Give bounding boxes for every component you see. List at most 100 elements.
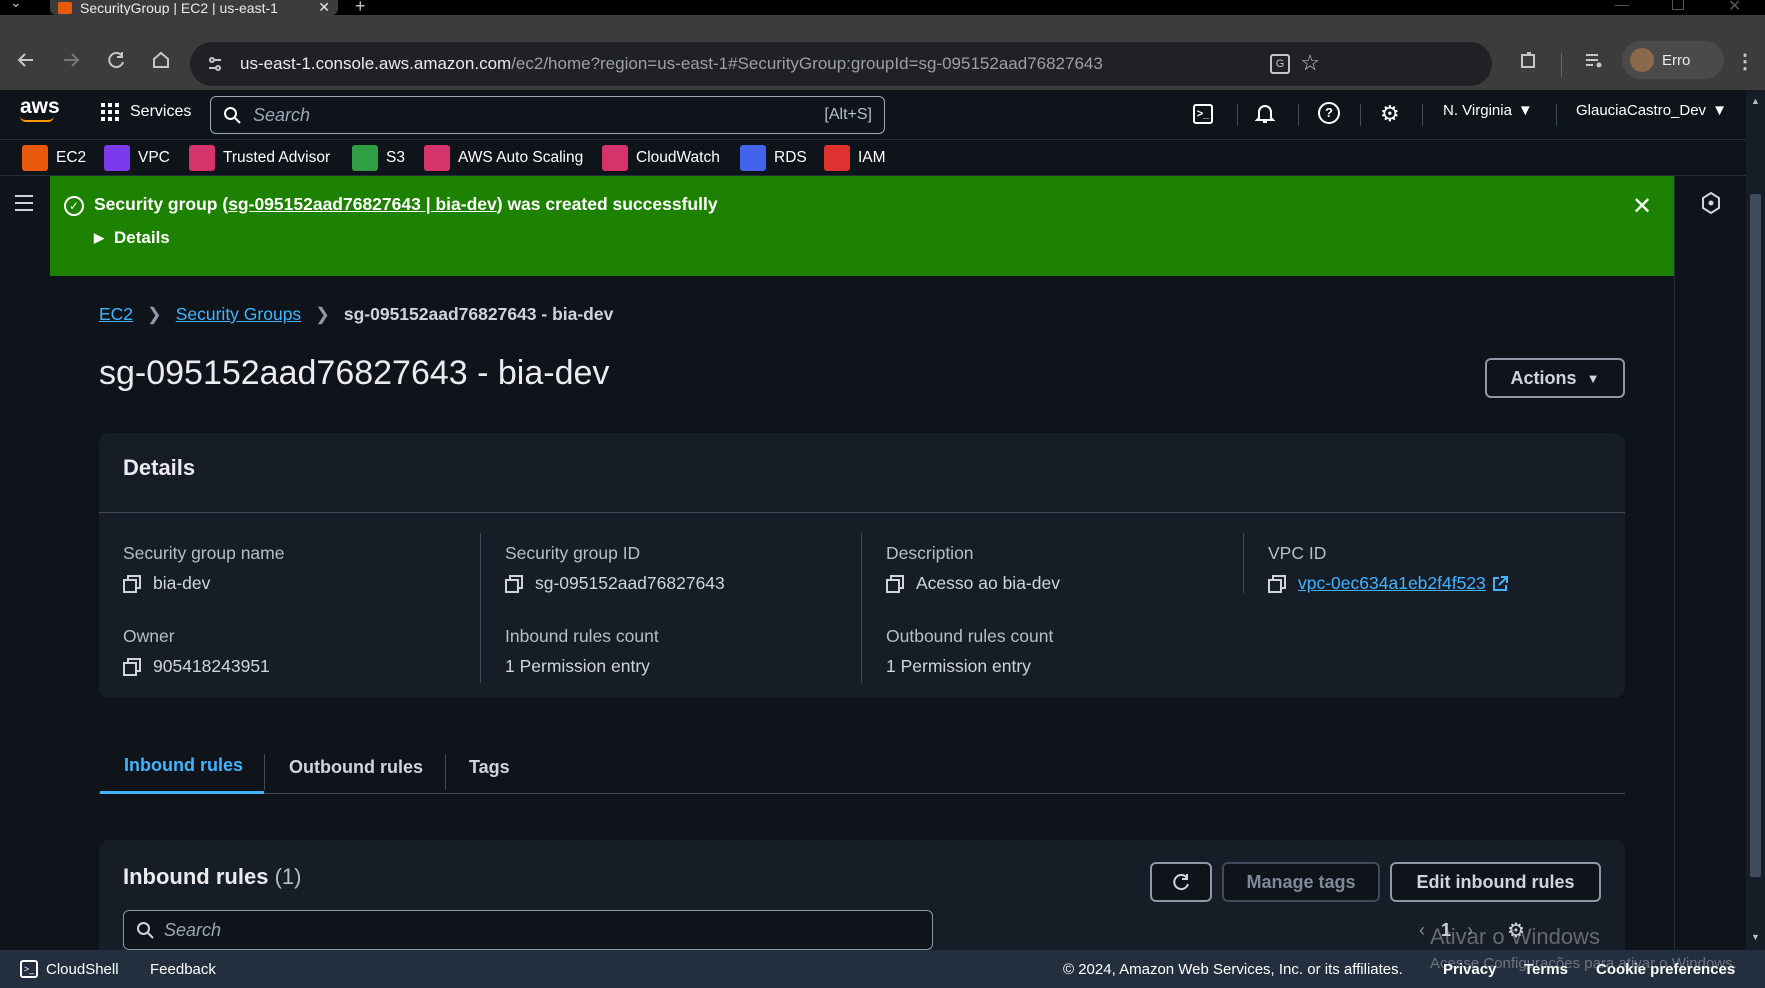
sg-name-label: Security group name: [123, 543, 285, 563]
scroll-up-icon[interactable]: ▲: [1751, 96, 1760, 106]
inbound-rules-search-input[interactable]: Search: [123, 910, 933, 950]
favorite-cloudwatch[interactable]: CloudWatch: [602, 145, 720, 171]
media-controls-icon[interactable]: [1580, 46, 1608, 74]
bookmark-star-icon[interactable]: ☆: [1300, 50, 1320, 76]
reload-icon[interactable]: [102, 46, 130, 74]
settings-gear-icon[interactable]: ⚙: [1380, 101, 1400, 127]
vpc-service-icon: [104, 145, 130, 171]
refresh-button[interactable]: [1150, 862, 1212, 902]
edit-inbound-rules-button[interactable]: Edit inbound rules: [1390, 862, 1601, 902]
close-window-icon[interactable]: ✕: [1728, 0, 1741, 16]
region-selector[interactable]: N. Virginia ▼: [1443, 102, 1533, 119]
favorite-s3[interactable]: S3: [352, 145, 405, 171]
favorite-aws-auto-scaling[interactable]: AWS Auto Scaling: [424, 145, 583, 171]
profile-button[interactable]: Erro: [1622, 41, 1724, 79]
grid-icon: [101, 103, 119, 121]
copy-icon[interactable]: [505, 574, 523, 593]
forward-arrow-icon[interactable]: [57, 46, 85, 74]
browser-tab[interactable]: SecurityGroup | EC2 | us-east-1 ✕: [50, 0, 338, 16]
created-sg-link[interactable]: sg-095152aad76827643 | bia-dev: [228, 194, 497, 214]
scrollbar-thumb[interactable]: [1750, 194, 1761, 877]
minimize-window-icon[interactable]: [1615, 5, 1629, 6]
outbound-count-label: Outbound rules count: [886, 626, 1054, 646]
inbound-count-value: 1 Permission entry: [505, 656, 650, 676]
ec2-service-icon: [22, 145, 48, 171]
breadcrumb-ec2-link[interactable]: EC2: [99, 304, 133, 325]
inbound-count-label: Inbound rules count: [505, 626, 659, 646]
aws-favicon-icon: [58, 1, 72, 14]
extensions-icon[interactable]: [1515, 46, 1543, 74]
favorite-ec2[interactable]: EC2: [22, 145, 86, 171]
region-label: N. Virginia: [1443, 102, 1512, 119]
translate-icon[interactable]: G: [1270, 54, 1290, 74]
external-link-icon[interactable]: [1492, 575, 1508, 592]
breadcrumb-security-groups-link[interactable]: Security Groups: [176, 304, 301, 325]
favorite-label: S3: [386, 149, 405, 166]
copy-icon[interactable]: [886, 574, 904, 593]
favorite-rds[interactable]: RDS: [740, 145, 807, 171]
cloudshell-icon: >_: [20, 960, 38, 978]
copy-icon[interactable]: [123, 657, 141, 676]
vpc-id-label: VPC ID: [1268, 543, 1327, 563]
search-icon: [137, 922, 154, 939]
owner-label: Owner: [123, 626, 175, 646]
left-rail: [0, 176, 50, 950]
favorite-iam[interactable]: IAM: [824, 145, 886, 171]
vpc-id-link[interactable]: vpc-0ec634a1eb2f4f523: [1298, 573, 1486, 594]
flash-details-toggle[interactable]: ▶ Details: [94, 228, 170, 248]
aws-logo[interactable]: aws: [20, 96, 60, 122]
description-value: Acesso ao bia-dev: [916, 573, 1060, 593]
account-menu[interactable]: GlauciaCastro_Dev ▼: [1576, 102, 1727, 119]
tab-list-button[interactable]: ⌄: [10, 0, 36, 14]
rules-tabs: Inbound rules Outbound rules Tags: [99, 740, 1625, 794]
close-tab-icon[interactable]: ✕: [318, 0, 330, 16]
favorite-vpc[interactable]: VPC: [104, 145, 170, 171]
header-divider: [1298, 104, 1299, 126]
tab-outbound-rules[interactable]: Outbound rules: [289, 740, 423, 794]
services-label: Services: [130, 103, 192, 120]
iam-service-icon: [824, 145, 850, 171]
copy-icon[interactable]: [1268, 574, 1286, 593]
chrome-menu-icon[interactable]: ⋮: [1735, 49, 1755, 74]
notifications-bell-icon[interactable]: [1254, 102, 1276, 124]
outbound-count-field: Outbound rules count 1 Permission entry: [886, 626, 1246, 677]
maximize-window-icon[interactable]: [1672, 0, 1684, 10]
owner-value: 905418243951: [153, 656, 270, 676]
search-placeholder: Search: [253, 104, 311, 125]
manage-tags-button: Manage tags: [1222, 862, 1380, 902]
header-divider: [1556, 104, 1557, 126]
aws-search-input[interactable]: Search [Alt+S]: [210, 96, 885, 134]
cloudshell-icon[interactable]: >_: [1193, 104, 1213, 124]
divider: [99, 512, 1625, 513]
chevron-left-icon[interactable]: ‹: [1419, 920, 1425, 941]
footer-feedback-link[interactable]: Feedback: [150, 961, 216, 978]
page-scrollbar[interactable]: ▲ ▼: [1746, 90, 1765, 950]
scroll-down-icon[interactable]: ▼: [1751, 932, 1760, 942]
url-host: us-east-1.console.aws.amazon.com: [240, 54, 512, 73]
footer-copyright: © 2024, Amazon Web Services, Inc. or its…: [1063, 960, 1403, 978]
tab-inbound-rules[interactable]: Inbound rules: [100, 740, 264, 794]
help-icon[interactable]: ?: [1318, 102, 1340, 124]
favorite-label: RDS: [774, 149, 807, 166]
dismiss-flash-icon[interactable]: ✕: [1632, 192, 1652, 221]
info-panel-icon[interactable]: [1701, 192, 1721, 214]
services-menu[interactable]: Services: [100, 102, 191, 122]
refresh-icon: [1173, 874, 1189, 891]
tab-tags[interactable]: Tags: [469, 740, 510, 794]
sg-name-value: bia-dev: [153, 573, 211, 593]
copy-icon[interactable]: [123, 574, 141, 593]
aws-header: aws Services Search [Alt+S] >_ ? ⚙ N. Vi…: [0, 90, 1765, 140]
back-arrow-icon[interactable]: [12, 46, 40, 74]
sg-name-field: Security group name bia-dev: [123, 543, 483, 594]
site-info-icon[interactable]: [206, 55, 224, 73]
sg-id-label: Security group ID: [505, 543, 641, 563]
hamburger-menu-icon[interactable]: [14, 194, 34, 212]
inbound-rules-panel: Inbound rules (1) Manage tags Edit inbou…: [99, 840, 1625, 950]
success-check-icon: ✓: [64, 196, 84, 216]
footer-cloudshell[interactable]: >_ CloudShell: [20, 960, 119, 978]
favorite-trusted-advisor[interactable]: Trusted Advisor: [189, 145, 330, 171]
home-icon[interactable]: [147, 46, 175, 74]
actions-button[interactable]: Actions ▼: [1485, 358, 1625, 398]
windows-activation-watermark: Ativar o Windows: [1430, 924, 1600, 949]
address-bar[interactable]: us-east-1.console.aws.amazon.com/ec2/hom…: [190, 42, 1492, 86]
